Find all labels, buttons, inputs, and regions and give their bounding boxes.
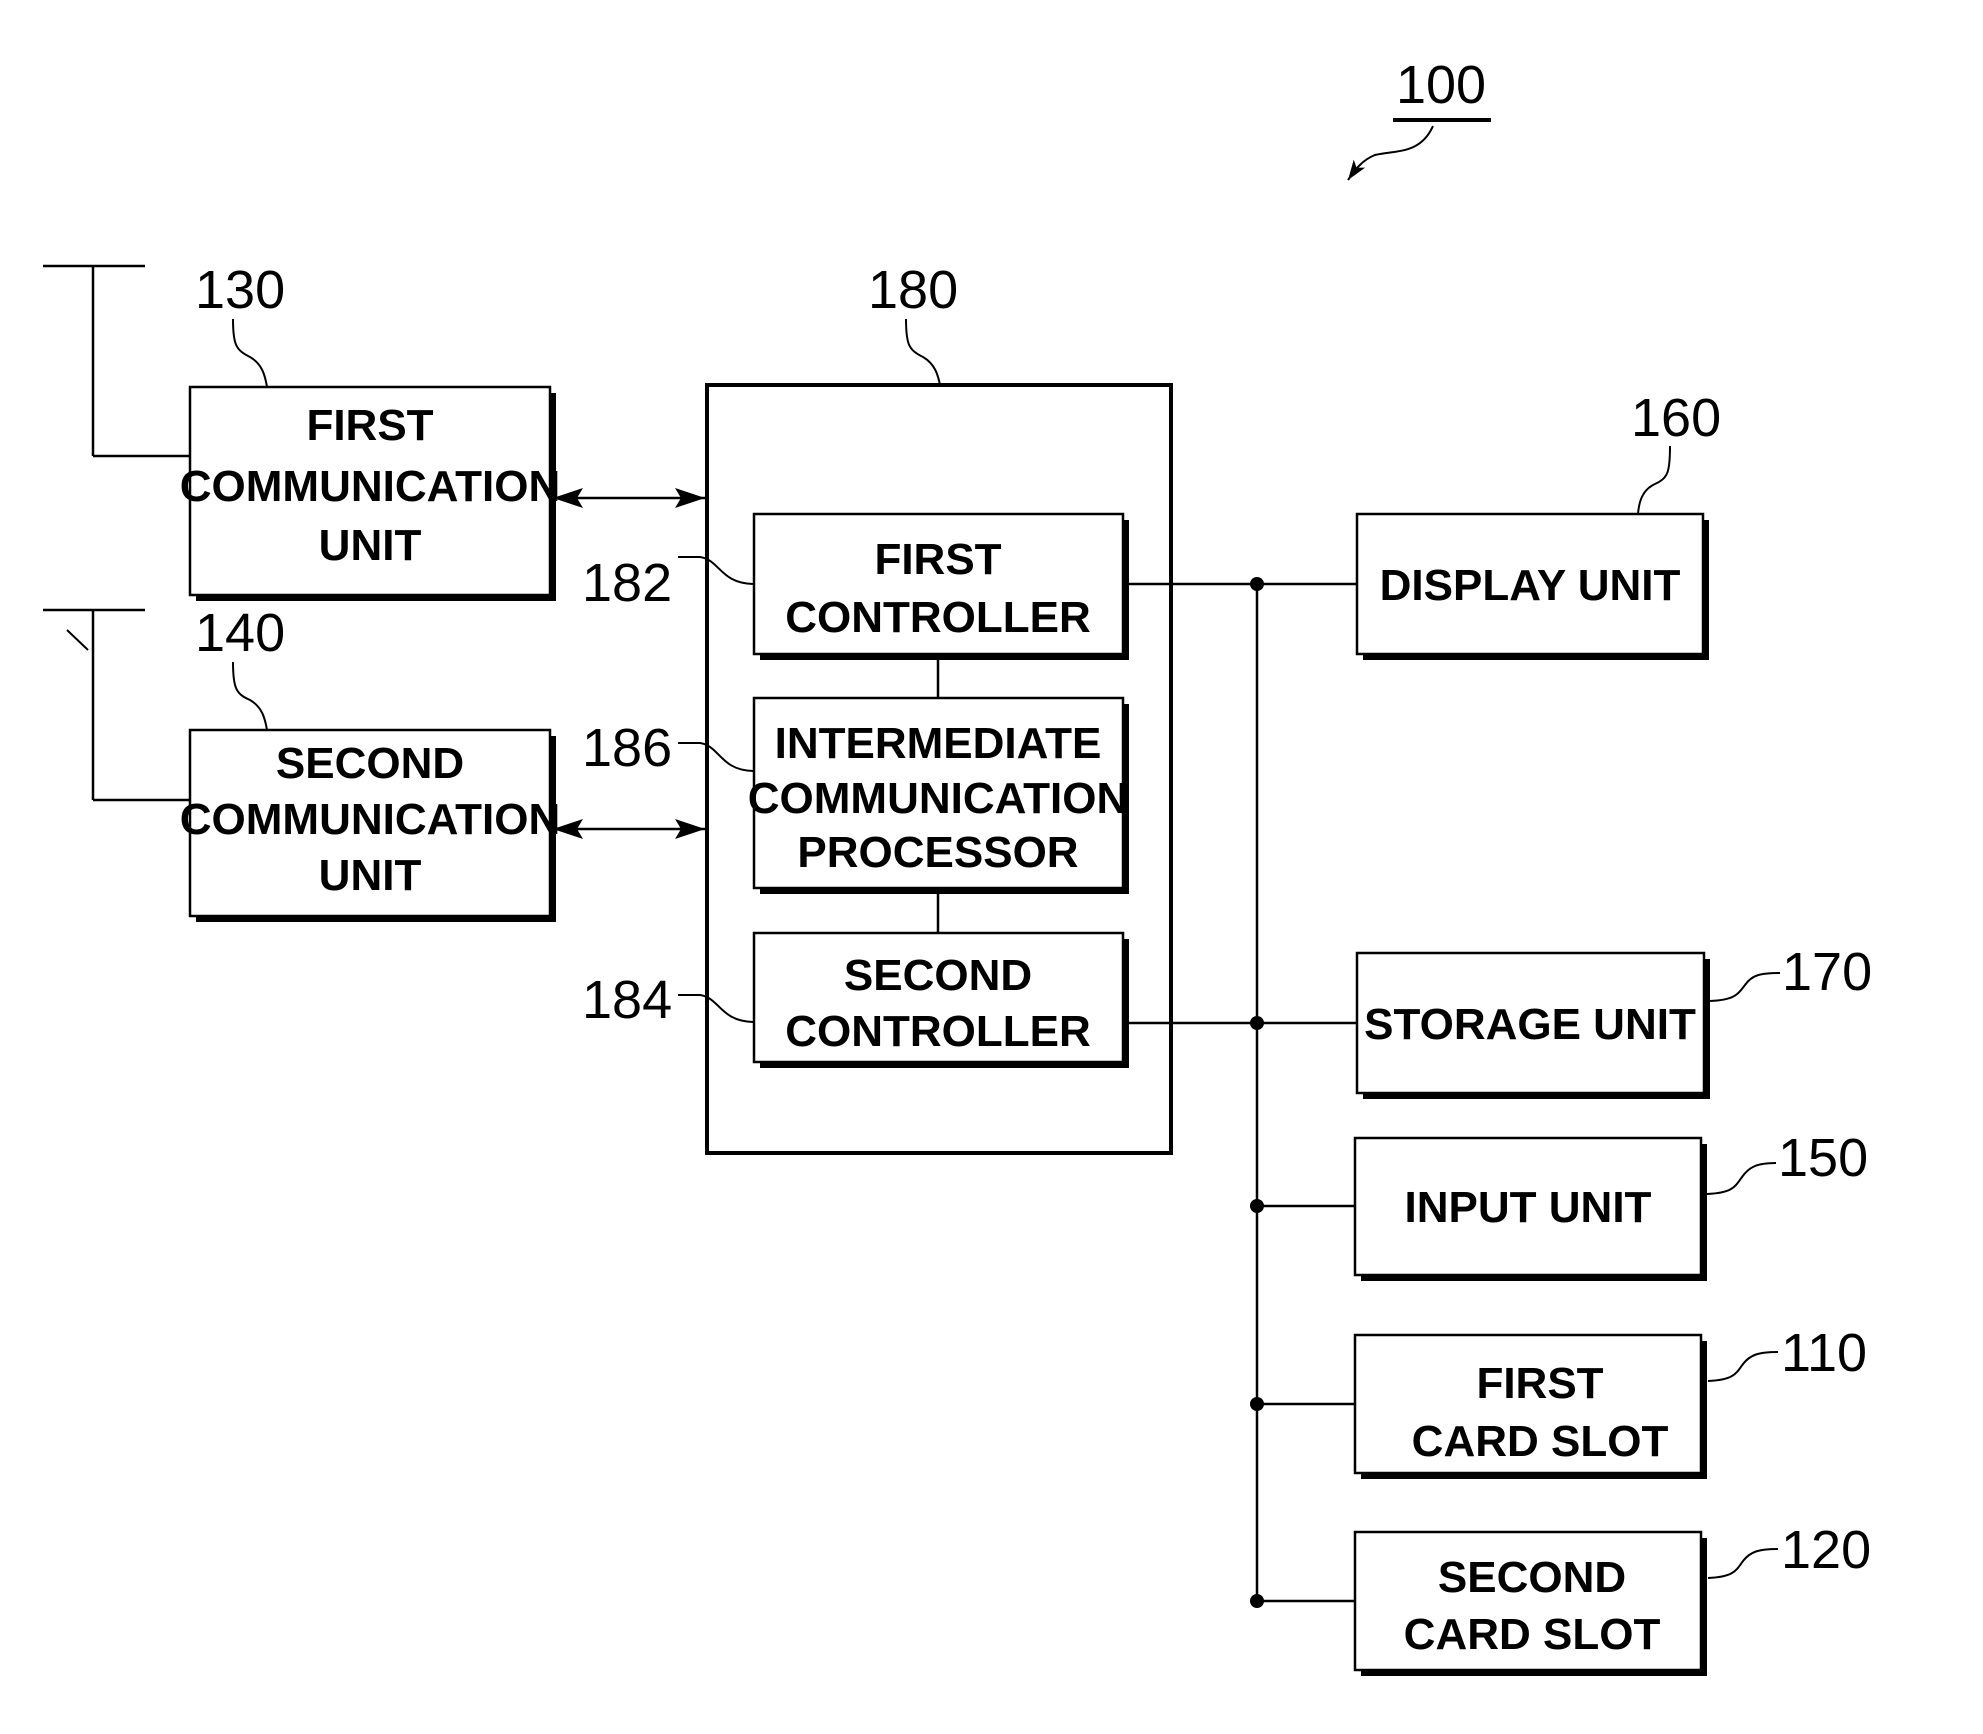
leader-170 (1709, 972, 1781, 1002)
ref-182: 182 (582, 553, 672, 613)
second-comm-line-3: UNIT (319, 851, 422, 900)
ref-180: 180 (868, 260, 958, 320)
second-card-slot-line-2: CARD SLOT (1404, 1610, 1661, 1659)
storage-unit-label: STORAGE UNIT (1364, 1000, 1696, 1049)
display-unit-label: DISPLAY UNIT (1380, 561, 1681, 610)
leader-120 (1707, 1548, 1779, 1579)
first-controller: FIRST CONTROLLER 182 (582, 512, 1129, 660)
second-card-slot: SECOND CARD SLOT 120 (1353, 1520, 1871, 1676)
antenna-2-icon (43, 608, 190, 802)
display-unit: DISPLAY UNIT 160 (1355, 388, 1721, 660)
ref-160: 160 (1631, 388, 1721, 448)
leader-184 (678, 994, 754, 1023)
leader-110 (1707, 1351, 1779, 1382)
leader-182 (678, 556, 754, 585)
intermediate-communication-processor: INTERMEDIATE COMMUNICATION PROCESSOR 186 (582, 696, 1129, 894)
ref-140: 140 (195, 603, 285, 663)
first-comm-line-1: FIRST (306, 401, 433, 450)
junction-dot (1250, 1016, 1264, 1030)
first-comm-line-3: UNIT (319, 521, 422, 570)
leader-180 (905, 318, 941, 386)
figure-reference: 100 (1347, 55, 1491, 181)
second-controller: SECOND CONTROLLER 184 (582, 931, 1129, 1068)
second-comm-line-2: COMMUNICATION (180, 795, 560, 844)
first-card-slot-line-2: CARD SLOT (1412, 1417, 1669, 1466)
second-comm-line-1: SECOND (276, 739, 464, 788)
ref-150: 150 (1778, 1128, 1868, 1188)
junction-dot (1250, 1594, 1264, 1608)
storage-unit: STORAGE UNIT 170 (1355, 942, 1872, 1099)
leader-150 (1706, 1162, 1777, 1195)
figure-ref-label: 100 (1396, 55, 1486, 115)
leader-186 (678, 742, 754, 772)
intermediate-line-1: INTERMEDIATE (775, 719, 1102, 768)
first-card-slot-line-1: FIRST (1476, 1359, 1603, 1408)
first-comm-line-2: COMMUNICATION (180, 462, 560, 511)
ref-170: 170 (1782, 942, 1872, 1002)
figure-ref-arrow (1347, 125, 1434, 181)
intermediate-line-2: COMMUNICATION (748, 774, 1128, 823)
input-unit: INPUT UNIT 150 (1353, 1128, 1868, 1281)
junction-dot (1250, 577, 1264, 591)
leader-160 (1637, 445, 1671, 515)
first-controller-line-2: CONTROLLER (785, 593, 1091, 642)
leader-140 (232, 661, 268, 731)
block-diagram: 100 FIRST COMMUNICATION UNIT 130 SECOND … (43, 55, 1872, 1676)
junction-dot (1250, 1199, 1264, 1213)
input-unit-label: INPUT UNIT (1405, 1183, 1652, 1232)
antenna-1-icon (43, 264, 190, 458)
second-controller-line-2: CONTROLLER (785, 1007, 1091, 1056)
junction-dot (1250, 1397, 1264, 1411)
ref-186: 186 (582, 718, 672, 778)
ref-130: 130 (195, 260, 285, 320)
first-card-slot: FIRST CARD SLOT 110 (1353, 1323, 1867, 1479)
intermediate-line-3: PROCESSOR (797, 828, 1078, 877)
second-card-slot-line-1: SECOND (1438, 1553, 1626, 1602)
first-controller-line-1: FIRST (874, 535, 1001, 584)
ref-110: 110 (1781, 1323, 1867, 1383)
first-communication-unit: FIRST COMMUNICATION UNIT 130 (180, 260, 560, 601)
ref-120: 120 (1781, 1520, 1871, 1580)
second-communication-unit: SECOND COMMUNICATION UNIT 140 (180, 603, 560, 922)
system-bus (1129, 577, 1357, 1608)
leader-130 (232, 318, 268, 388)
ref-184: 184 (582, 970, 672, 1030)
second-controller-line-1: SECOND (844, 951, 1032, 1000)
